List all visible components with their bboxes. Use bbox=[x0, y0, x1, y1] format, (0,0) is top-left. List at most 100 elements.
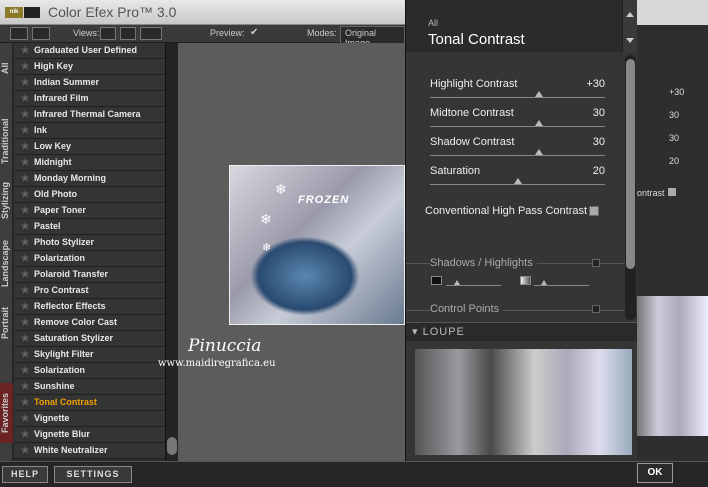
slider-saturation[interactable]: Saturation 20 bbox=[430, 165, 605, 193]
filter-item[interactable]: ★ Vignette Blur bbox=[14, 427, 165, 443]
slider-midtone-contrast[interactable]: Midtone Contrast 30 bbox=[430, 107, 605, 135]
slider-thumb[interactable] bbox=[534, 91, 543, 97]
filter-item[interactable]: ★ Polarization bbox=[14, 251, 165, 267]
filter-item[interactable]: ★ Monday Morning bbox=[14, 171, 165, 187]
favorite-star-icon[interactable]: ★ bbox=[21, 267, 29, 282]
favorite-star-icon[interactable]: ★ bbox=[21, 315, 29, 330]
slider-value[interactable]: 30 bbox=[593, 107, 605, 119]
view-split-icon[interactable] bbox=[120, 27, 136, 40]
panel-scrollbar[interactable] bbox=[625, 55, 636, 320]
right-checkbox[interactable] bbox=[668, 188, 676, 196]
filter-item[interactable]: ★ Sunshine bbox=[14, 379, 165, 395]
arrow-up-icon[interactable] bbox=[626, 12, 634, 17]
favorite-star-icon[interactable]: ★ bbox=[21, 235, 29, 250]
favorite-star-icon[interactable]: ★ bbox=[21, 219, 29, 234]
arrow-down-icon[interactable] bbox=[626, 38, 634, 43]
filter-item[interactable]: ★ Midnight bbox=[14, 155, 165, 171]
expand-arrow-icon[interactable] bbox=[592, 305, 600, 313]
favorite-star-icon[interactable]: ★ bbox=[21, 299, 29, 314]
slider-highlight-contrast[interactable]: Highlight Contrast +30 bbox=[430, 78, 605, 106]
slider-track[interactable] bbox=[430, 126, 605, 127]
filter-item[interactable]: ★ Pastel bbox=[14, 219, 165, 235]
favorite-star-icon[interactable]: ★ bbox=[21, 123, 29, 138]
favorite-star-icon[interactable]: ★ bbox=[21, 443, 29, 458]
slider-value[interactable]: +30 bbox=[586, 78, 605, 90]
filter-item[interactable]: ★ High Key bbox=[14, 59, 165, 75]
filter-item[interactable]: ★ Ink bbox=[14, 123, 165, 139]
highlights-slider-track[interactable] bbox=[534, 285, 589, 286]
filter-item[interactable]: ★ Skylight Filter bbox=[14, 347, 165, 363]
filter-item[interactable]: ★ Photo Stylizer bbox=[14, 235, 165, 251]
filter-item[interactable]: ★ Reflector Effects bbox=[14, 299, 165, 315]
favorite-star-icon[interactable]: ★ bbox=[21, 347, 29, 362]
tab-landscape[interactable]: Landscape bbox=[0, 223, 13, 303]
favorite-star-icon[interactable]: ★ bbox=[21, 59, 29, 74]
filter-item[interactable]: ★ Solarization bbox=[14, 363, 165, 379]
shadows-slider-track[interactable] bbox=[446, 285, 501, 286]
favorite-star-icon[interactable]: ★ bbox=[21, 203, 29, 218]
favorite-star-icon[interactable]: ★ bbox=[21, 395, 29, 410]
slider-track[interactable] bbox=[430, 184, 605, 185]
filter-item[interactable]: ★ Low Key bbox=[14, 139, 165, 155]
filter-item[interactable]: ★ Tonal Contrast bbox=[14, 395, 165, 411]
panel-scroll-thumb[interactable] bbox=[626, 59, 635, 269]
slider-thumb[interactable] bbox=[513, 178, 522, 184]
filter-item[interactable]: ★ Pro Contrast bbox=[14, 283, 165, 299]
favorite-star-icon[interactable]: ★ bbox=[21, 331, 29, 346]
slider-value[interactable]: 30 bbox=[593, 136, 605, 148]
view-side-by-side-icon[interactable] bbox=[140, 27, 162, 40]
favorite-star-icon[interactable]: ★ bbox=[21, 91, 29, 106]
favorite-star-icon[interactable]: ★ bbox=[21, 411, 29, 426]
ok-button[interactable]: OK bbox=[637, 463, 673, 483]
filter-item[interactable]: ★ Remove Color Cast bbox=[14, 315, 165, 331]
tab-all[interactable]: All bbox=[0, 53, 13, 83]
tab-portrait[interactable]: Portrait bbox=[0, 293, 13, 353]
shadows-slider-thumb[interactable] bbox=[454, 280, 460, 285]
favorite-star-icon[interactable]: ★ bbox=[21, 155, 29, 170]
help-button[interactable]: HELP bbox=[2, 466, 48, 483]
favorite-star-icon[interactable]: ★ bbox=[21, 283, 29, 298]
filter-item[interactable]: ★ Infrared Film bbox=[14, 91, 165, 107]
slider-thumb[interactable] bbox=[534, 120, 543, 126]
favorite-star-icon[interactable]: ★ bbox=[21, 75, 29, 90]
single-view-button[interactable] bbox=[10, 27, 28, 40]
filter-header-arrows[interactable] bbox=[622, 0, 638, 52]
filter-item[interactable]: ★ Infrared Thermal Camera bbox=[14, 107, 165, 123]
filter-item[interactable]: ★ Saturation Stylizer bbox=[14, 331, 165, 347]
control-points-header[interactable]: Control Points bbox=[430, 303, 504, 315]
filter-item-label: Photo Stylizer bbox=[34, 237, 95, 247]
highlights-slider-thumb[interactable] bbox=[541, 280, 547, 285]
favorite-star-icon[interactable]: ★ bbox=[21, 171, 29, 186]
favorite-star-icon[interactable]: ★ bbox=[21, 187, 29, 202]
favorite-star-icon[interactable]: ★ bbox=[21, 427, 29, 442]
preview-checkbox[interactable]: ✔ bbox=[250, 27, 258, 38]
tab-favorites[interactable]: Favorites bbox=[0, 383, 13, 443]
filter-item[interactable]: ★ Paper Toner bbox=[14, 203, 165, 219]
favorite-star-icon[interactable]: ★ bbox=[21, 363, 29, 378]
shadows-highlights-header[interactable]: Shadows / Highlights bbox=[430, 257, 537, 269]
filter-item[interactable]: ★ White Neutralizer bbox=[14, 443, 165, 459]
view-single-icon[interactable] bbox=[100, 27, 116, 40]
expand-arrow-icon[interactable] bbox=[592, 259, 600, 267]
slider-track[interactable] bbox=[430, 97, 605, 98]
loupe-header[interactable]: ▾ LOUPE bbox=[406, 322, 638, 341]
filter-scrollbar[interactable] bbox=[165, 43, 178, 461]
favorite-star-icon[interactable]: ★ bbox=[21, 139, 29, 154]
slider-shadow-contrast[interactable]: Shadow Contrast 30 bbox=[430, 136, 605, 164]
favorite-star-icon[interactable]: ★ bbox=[21, 251, 29, 266]
settings-button[interactable]: SETTINGS bbox=[54, 466, 132, 483]
conventional-high-pass-checkbox[interactable] bbox=[589, 206, 599, 216]
scroll-thumb[interactable] bbox=[167, 437, 177, 455]
favorite-star-icon[interactable]: ★ bbox=[21, 107, 29, 122]
favorite-star-icon[interactable]: ★ bbox=[21, 43, 29, 58]
slider-value[interactable]: 20 bbox=[593, 165, 605, 177]
filter-item[interactable]: ★ Graduated User Defined bbox=[14, 43, 165, 59]
filter-item[interactable]: ★ Old Photo bbox=[14, 187, 165, 203]
filter-item[interactable]: ★ Polaroid Transfer bbox=[14, 267, 165, 283]
favorite-star-icon[interactable]: ★ bbox=[21, 379, 29, 394]
split-view-button[interactable] bbox=[32, 27, 50, 40]
filter-item[interactable]: ★ Vignette bbox=[14, 411, 165, 427]
filter-item[interactable]: ★ Indian Summer bbox=[14, 75, 165, 91]
slider-track[interactable] bbox=[430, 155, 605, 156]
slider-thumb[interactable] bbox=[534, 149, 543, 155]
